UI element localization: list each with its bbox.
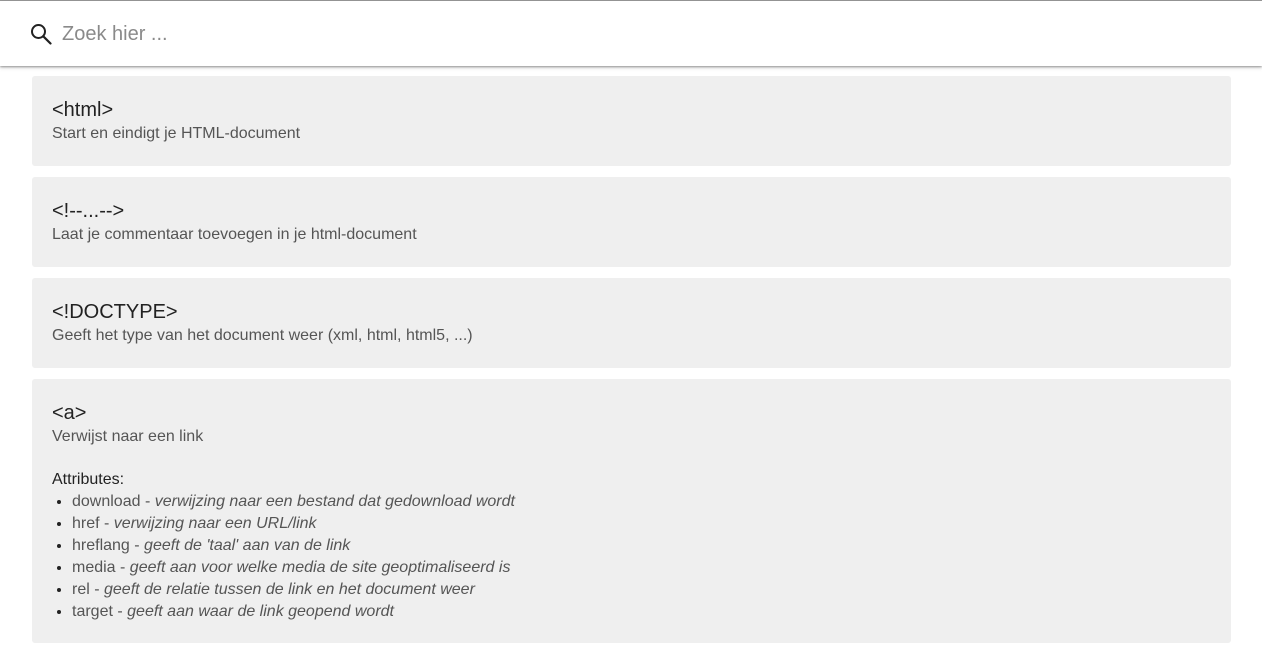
attribute-name: download <box>72 493 141 510</box>
attribute-item: media - geeft aan voor welke media de si… <box>72 557 1211 579</box>
attribute-name: hreflang <box>72 537 130 554</box>
item-title: <html> <box>52 99 114 121</box>
item-description: Laat je commentaar toevoegen in je html-… <box>52 226 417 243</box>
attribute-separator: - <box>112 603 128 620</box>
attribute-name: href <box>72 515 100 532</box>
item-title: <!DOCTYPE> <box>52 301 178 323</box>
item-title: <a> <box>52 402 87 424</box>
list-item-a[interactable]: <a> Verwijst naar een link Attributes: d… <box>32 379 1231 643</box>
attribute-item: target - geeft aan waar de link geopend … <box>72 601 1211 623</box>
item-description: Verwijst naar een link <box>52 428 204 445</box>
attribute-description: geeft de relatie tussen de link en het d… <box>104 581 475 598</box>
attribute-item: rel - geeft de relatie tussen de link en… <box>72 579 1211 601</box>
attribute-name: target <box>72 603 113 620</box>
attributes-list: download - verwijzing naar een bestand d… <box>52 491 1211 623</box>
attribute-description: verwijzing naar een bestand dat gedownlo… <box>154 493 515 510</box>
attribute-item: hreflang - geeft de 'taal' aan van de li… <box>72 535 1211 557</box>
attribute-description: geeft aan voor welke media de site geopt… <box>129 559 511 576</box>
attribute-description: geeft de 'taal' aan van de link <box>144 537 351 554</box>
search-bar <box>0 1 1262 66</box>
list-item-doctype[interactable]: <!DOCTYPE> Geeft het type van het docume… <box>32 278 1231 368</box>
item-description: Start en eindigt je HTML-document <box>52 125 301 142</box>
attributes-heading: Attributes: <box>52 471 125 488</box>
attribute-separator: - <box>115 559 130 576</box>
attribute-name: rel <box>72 581 90 598</box>
attribute-description: geeft aan waar de link geopend wordt <box>127 603 394 620</box>
attribute-separator: - <box>89 581 104 598</box>
attribute-separator: - <box>140 493 155 510</box>
attribute-separator: - <box>129 537 145 554</box>
item-title: <!--...--> <box>52 200 125 222</box>
attribute-description: verwijzing naar een URL/link <box>113 515 317 532</box>
search-input[interactable] <box>62 18 1212 50</box>
search-icon[interactable] <box>30 23 52 45</box>
attribute-separator: - <box>99 515 114 532</box>
item-description: Geeft het type van het document weer (xm… <box>52 327 473 344</box>
attribute-item: href - verwijzing naar een URL/link <box>72 513 1211 535</box>
attribute-item: download - verwijzing naar een bestand d… <box>72 491 1211 513</box>
list-item-comment[interactable]: <!--...--> Laat je commentaar toevoegen … <box>32 177 1231 267</box>
tag-list: <html> Start en eindigt je HTML-document… <box>32 76 1231 654</box>
list-item-html[interactable]: <html> Start en eindigt je HTML-document <box>32 76 1231 166</box>
attribute-name: media <box>72 559 116 576</box>
